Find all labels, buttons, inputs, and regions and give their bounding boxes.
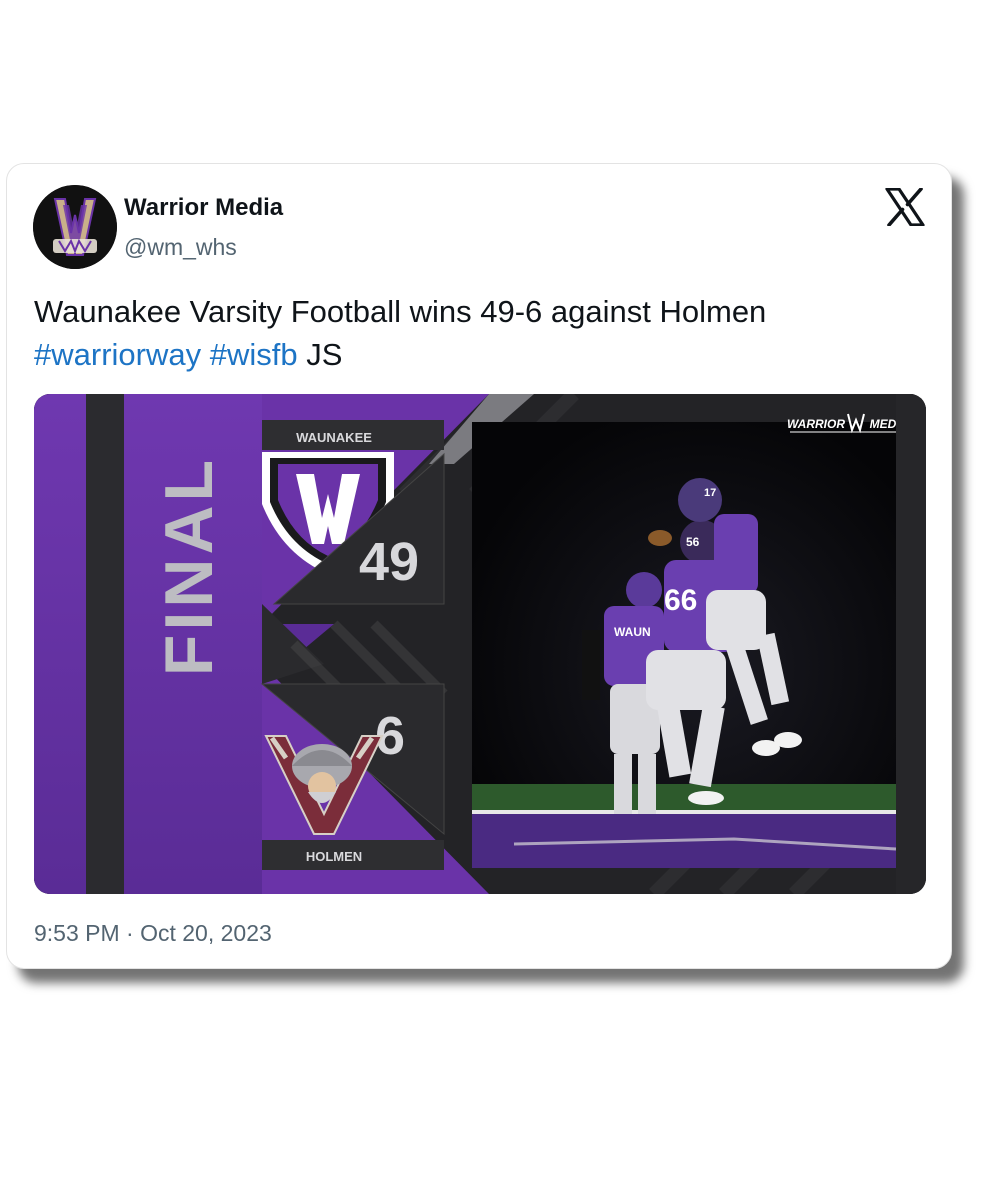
home-team-name: WAUNAKEE (296, 430, 372, 445)
avatar[interactable] (33, 185, 117, 269)
tweet-text: Waunakee Varsity Football wins 49-6 agai… (34, 290, 914, 376)
jersey-number-large: 66 (664, 584, 697, 617)
warrior-logo-icon (33, 185, 117, 269)
hashtag-wisfb[interactable]: #wisfb (210, 337, 298, 372)
tweet-body: Waunakee Varsity Football wins 49-6 agai… (34, 294, 767, 329)
tweet-card: Warrior Media @wm_whs Waunakee Varsity F… (6, 163, 952, 969)
home-score: 49 (359, 532, 419, 592)
score-graphic-svg: FINAL WAUNAKEE 49 6 HOLMEN WAUN 66 56 17… (34, 394, 926, 894)
jersey-text: WAUN (614, 625, 651, 639)
display-name[interactable]: Warrior Media (124, 194, 283, 222)
hashtag-warriorway[interactable]: #warriorway (34, 337, 201, 372)
x-logo-icon[interactable] (885, 188, 925, 226)
final-label: FINAL (151, 456, 227, 676)
tweet-signature: JS (306, 337, 343, 372)
final-score-graphic[interactable]: FINAL WAUNAKEE 49 6 HOLMEN WAUN 66 56 17… (34, 394, 926, 894)
celebration-photo: WAUN 66 56 17 WARRIOR MEDIA (472, 413, 910, 868)
helmet-number-2: 17 (704, 487, 716, 499)
helmet-number: 56 (686, 535, 700, 549)
watermark-left: WARRIOR (787, 417, 845, 431)
timestamp[interactable]: 9:53 PM · Oct 20, 2023 (34, 920, 272, 947)
handle[interactable]: @wm_whs (124, 234, 237, 261)
away-team-name: HOLMEN (306, 849, 362, 864)
left-dark-stripe (86, 394, 124, 894)
